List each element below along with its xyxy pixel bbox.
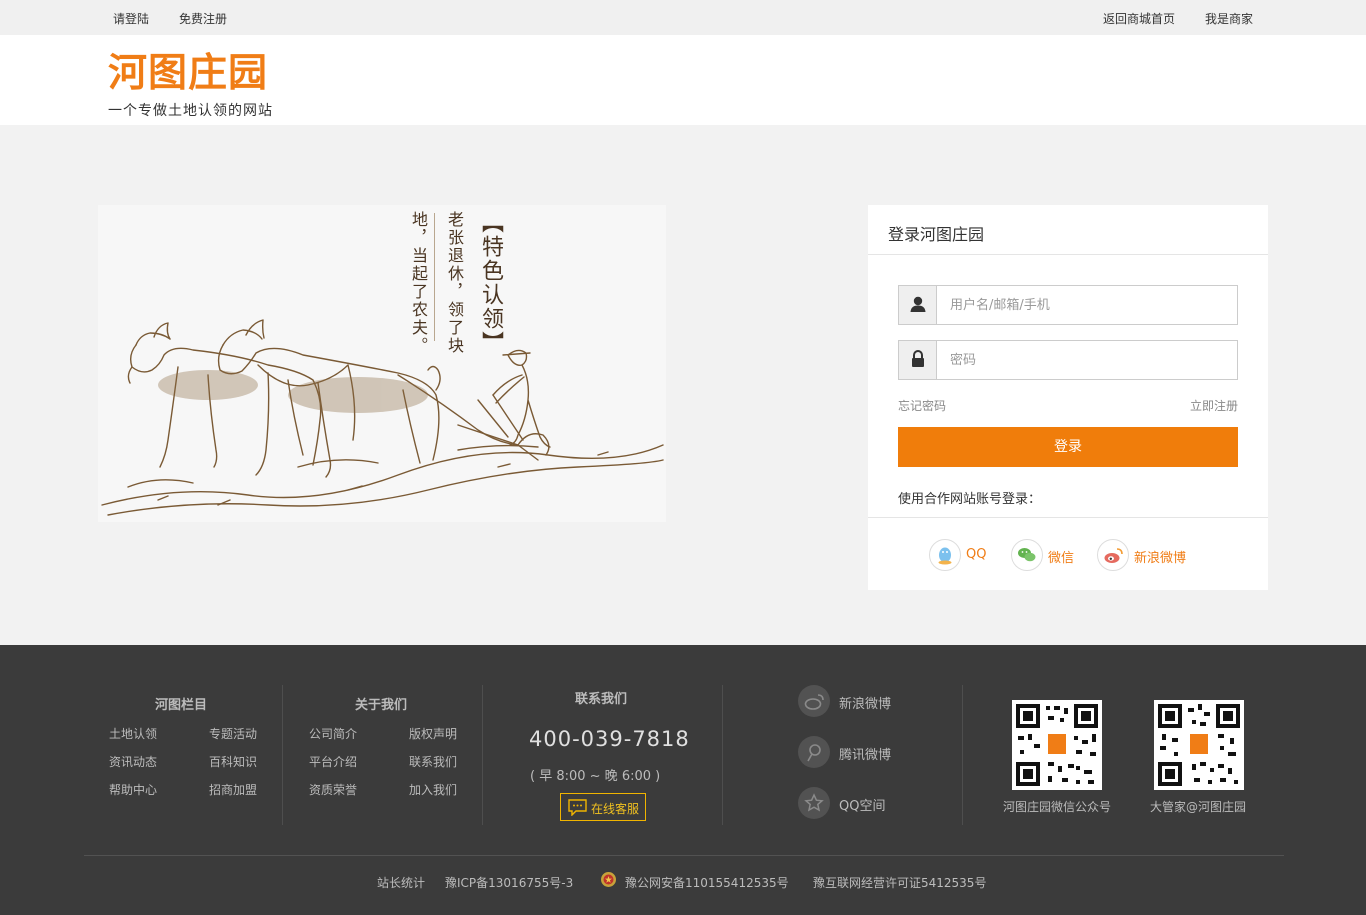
qq-icon <box>929 539 961 571</box>
footer-tencent-weibo-link[interactable]: 腾讯微博 <box>798 736 908 768</box>
wechat-login[interactable]: 微信 <box>1011 539 1075 571</box>
login-link[interactable]: 请登陆 <box>113 10 149 27</box>
login-panel: 登录河图庄园 忘记密码 立即注册 登录 使用合作网站账号登录： QQ 微信 新浪… <box>868 205 1268 590</box>
qzone-icon <box>798 787 830 819</box>
login-title: 登录河图庄园 <box>888 225 985 244</box>
footer-separator <box>962 685 963 825</box>
promo-line-1: 老张退休，领了块 <box>445 211 464 355</box>
partner-label-wechat: 微信 <box>1048 551 1075 566</box>
wechat-qr-code <box>1012 700 1102 790</box>
qr-caption: 大管家@河图庄园 <box>1150 800 1247 814</box>
tencent-weibo-icon <box>798 736 830 768</box>
icp-record: 豫ICP备13016755号-3 <box>445 876 574 890</box>
footer-social-label: 腾讯微博 <box>839 748 892 763</box>
partner-label-weibo: 新浪微博 <box>1134 551 1187 566</box>
register-now-link[interactable]: 立即注册 <box>1190 397 1238 414</box>
footer-separator <box>282 685 283 825</box>
user-icon <box>899 286 937 324</box>
footer-contact-title: 联系我们 <box>575 692 628 707</box>
assistant-qr-code <box>1154 700 1244 790</box>
username-field <box>898 285 1238 325</box>
footer-link[interactable]: 招商加盟 <box>209 781 257 798</box>
partner-label-qq: QQ <box>966 547 987 562</box>
chat-icon <box>568 799 587 819</box>
username-input[interactable] <box>938 286 1237 324</box>
footer-separator <box>722 685 723 825</box>
footer-social-label: 新浪微博 <box>839 697 892 712</box>
police-record: 豫公网安备110155412535号 <box>625 876 789 890</box>
footer-col1-title: 河图栏目 <box>155 698 208 713</box>
qr-caption: 河图庄园微信公众号 <box>1003 800 1112 814</box>
login-button[interactable]: 登录 <box>898 427 1238 467</box>
footer: 河图栏目 土地认领 专题活动 资讯动态 百科知识 帮助中心 招商加盟 关于我们 … <box>0 645 1366 915</box>
weibo-icon <box>1097 539 1129 571</box>
weibo-icon <box>798 685 830 717</box>
footer-separator <box>482 685 483 825</box>
logo[interactable]: 河图庄园 <box>108 49 268 97</box>
promo-divider <box>434 213 435 341</box>
footer-link[interactable]: 专题活动 <box>209 725 257 742</box>
promo-title: 【特色认领】 <box>478 211 503 355</box>
qq-login[interactable]: QQ <box>929 539 989 571</box>
promo-illustration: 【特色认领】 老张退休，领了块 地，当起了农夫。 <box>98 205 666 522</box>
top-bar: 请登陆 免费注册 返回商城首页 我是商家 <box>0 0 1366 35</box>
merchant-link[interactable]: 我是商家 <box>1205 10 1253 27</box>
header: 河图庄园 一个专做土地认领的网站 <box>0 35 1366 125</box>
wechat-icon <box>1011 539 1043 571</box>
register-link[interactable]: 免费注册 <box>179 10 227 27</box>
footer-link[interactable]: 资质荣誉 <box>309 781 357 798</box>
police-badge-icon <box>600 871 617 891</box>
footer-col2-title: 关于我们 <box>355 698 408 713</box>
online-service-button[interactable]: 在线客服 <box>560 793 646 821</box>
hotline-number: 400-039-7818 <box>529 727 690 751</box>
back-home-link[interactable]: 返回商城首页 <box>1103 10 1175 27</box>
footer-link[interactable]: 平台介绍 <box>309 753 357 770</box>
lock-icon <box>899 341 937 379</box>
partner-login-label: 使用合作网站账号登录： <box>898 492 1042 507</box>
footer-divider <box>84 855 1284 856</box>
footer-link[interactable]: 加入我们 <box>409 781 457 798</box>
site-stats-link[interactable]: 站长统计 <box>377 874 425 891</box>
password-field <box>898 340 1238 380</box>
farmer-horses-sketch <box>101 319 664 516</box>
footer-weibo-link[interactable]: 新浪微博 <box>798 685 908 717</box>
divider <box>868 517 1268 518</box>
footer-link[interactable]: 资讯动态 <box>109 753 157 770</box>
footer-link[interactable]: 版权声明 <box>409 725 457 742</box>
footer-link[interactable]: 百科知识 <box>209 753 257 770</box>
footer-link[interactable]: 土地认领 <box>109 725 157 742</box>
weibo-login[interactable]: 新浪微博 <box>1097 539 1187 571</box>
footer-link[interactable]: 联系我们 <box>409 753 457 770</box>
service-hours: ( 早 8:00 ~ 晚 6:00 ) <box>530 769 661 784</box>
footer-social-label: QQ空间 <box>839 799 886 814</box>
password-input[interactable] <box>938 341 1237 379</box>
online-service-label: 在线客服 <box>591 802 640 816</box>
logo-slogan: 一个专做土地认领的网站 <box>108 103 273 119</box>
footer-link[interactable]: 帮助中心 <box>109 781 157 798</box>
promo-line-2: 地，当起了农夫。 <box>409 211 428 355</box>
icp-license: 豫互联网经营许可证5412535号 <box>813 876 987 890</box>
forgot-password-link[interactable]: 忘记密码 <box>898 397 946 414</box>
footer-link[interactable]: 公司简介 <box>309 725 357 742</box>
divider <box>868 254 1268 255</box>
footer-qzone-link[interactable]: QQ空间 <box>798 787 908 819</box>
